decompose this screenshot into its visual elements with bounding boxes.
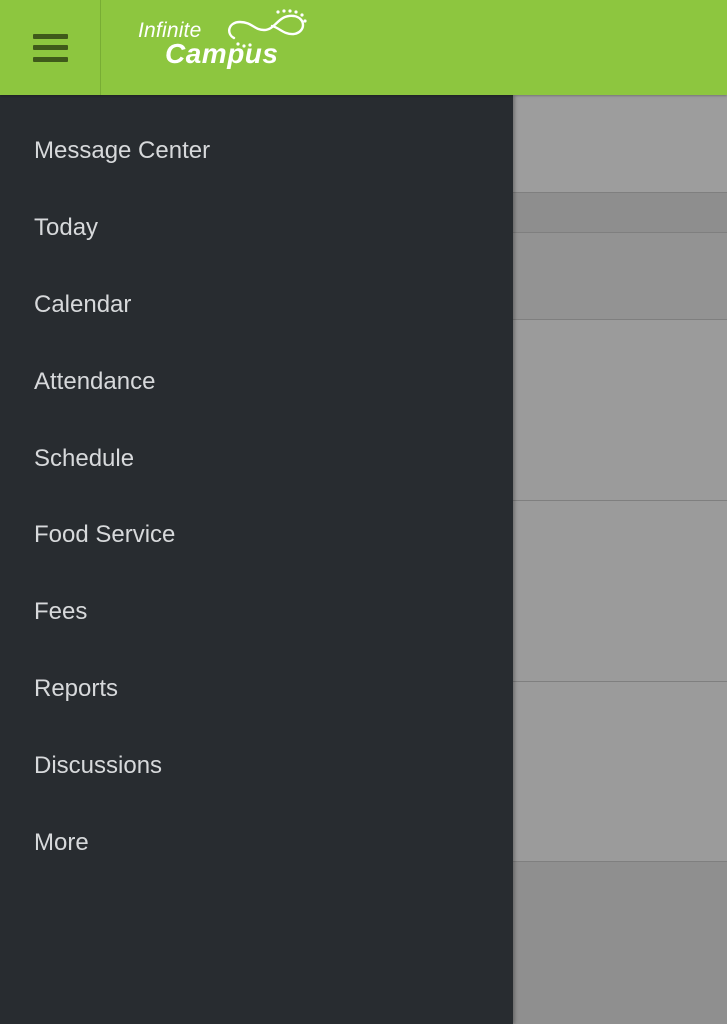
nav-item-more[interactable]: More: [0, 804, 513, 881]
nav-item-food-service[interactable]: Food Service: [0, 497, 513, 574]
nav-item-label: Reports: [34, 674, 119, 702]
navigation-drawer: Message Center Today Calendar Attendance…: [0, 95, 513, 1024]
nav-item-label: Discussions: [34, 751, 163, 779]
menu-button[interactable]: [0, 0, 101, 95]
nav-item-schedule[interactable]: Schedule: [0, 420, 513, 497]
nav-item-label: Food Service: [34, 521, 176, 549]
nav-item-attendance[interactable]: Attendance: [0, 343, 513, 420]
hamburger-menu-icon: [32, 33, 68, 62]
nav-item-today[interactable]: Today: [0, 190, 513, 267]
nav-item-label: Message Center: [34, 137, 211, 165]
nav-list: Message Center Today Calendar Attendance…: [0, 95, 513, 881]
top-bar: Infinite Campus: [0, 0, 727, 95]
nav-item-label: Calendar: [34, 290, 132, 318]
app-root: Infinite Campus Message Center Today Cal…: [0, 0, 727, 1024]
nav-item-discussions[interactable]: Discussions: [0, 727, 513, 804]
nav-item-fees[interactable]: Fees: [0, 574, 513, 651]
nav-item-reports[interactable]: Reports: [0, 651, 513, 728]
nav-item-label: Schedule: [34, 444, 135, 472]
nav-item-label: Attendance: [34, 367, 156, 395]
nav-item-label: Today: [34, 214, 99, 242]
nav-item-label: Fees: [34, 598, 88, 626]
nav-item-calendar[interactable]: Calendar: [0, 267, 513, 344]
logo-text-campus: Campus: [165, 38, 279, 69]
nav-item-label: More: [34, 828, 89, 856]
infinite-campus-logo: Infinite Campus: [138, 8, 308, 72]
nav-item-message-center[interactable]: Message Center: [0, 113, 513, 190]
